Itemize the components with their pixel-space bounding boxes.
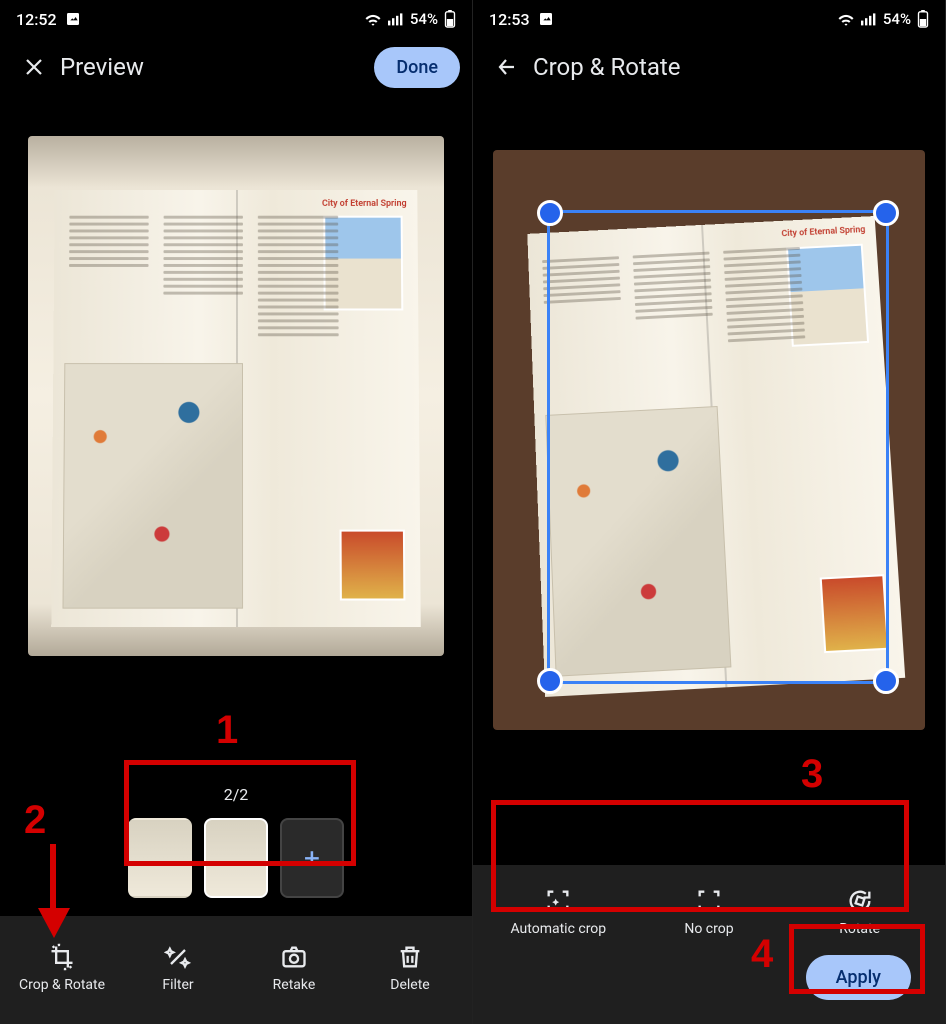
close-button[interactable] [12, 45, 56, 89]
battery-icon [444, 10, 456, 28]
crop-handle-bl[interactable] [537, 668, 563, 694]
thumbnail-row: + [0, 804, 472, 916]
signal-icon [861, 12, 877, 26]
camera-icon [280, 943, 308, 971]
page-counter: 2/2 [0, 785, 472, 804]
crop-options-row: Automatic crop No crop Rotate [483, 879, 935, 955]
book-heading: City of Eternal Spring [322, 199, 407, 209]
trash-icon [396, 943, 424, 971]
preview-toolbar: Crop & Rotate Filter Retake Delete [0, 916, 472, 1024]
crop-handle-tl[interactable] [537, 200, 563, 226]
apply-button[interactable]: Apply [806, 955, 911, 1000]
toolbar-retake[interactable]: Retake [239, 943, 349, 993]
toolbar-delete[interactable]: Delete [355, 943, 465, 993]
preview-header: Preview Done [0, 38, 472, 96]
no-crop-label: No crop [684, 921, 733, 937]
option-no-crop[interactable]: No crop [654, 887, 764, 937]
done-button[interactable]: Done [374, 47, 460, 88]
status-bar: 12:52 54% [0, 0, 472, 38]
status-time: 12:52 [16, 10, 57, 29]
option-rotate[interactable]: Rotate [805, 887, 915, 937]
crop-panel: Automatic crop No crop Rotate Apply [473, 865, 945, 1024]
close-icon [22, 55, 46, 79]
status-bar: 12:53 54% [473, 0, 945, 38]
toolbar-delete-label: Delete [390, 977, 429, 993]
media-icon [65, 11, 81, 27]
crop-rotate-icon [48, 943, 76, 971]
media-icon [538, 11, 554, 27]
thumbnail-2[interactable] [204, 818, 268, 898]
rotate-icon [846, 887, 874, 915]
crop-scan-preview[interactable]: City of Eternal Spring [493, 150, 925, 730]
crop-handle-tr[interactable] [873, 200, 899, 226]
thumbnail-add[interactable]: + [280, 818, 344, 898]
scan-preview[interactable]: City of Eternal Spring [28, 136, 444, 656]
toolbar-filter[interactable]: Filter [123, 943, 233, 993]
preview-title: Preview [56, 53, 374, 81]
no-crop-icon [695, 887, 723, 915]
toolbar-filter-label: Filter [162, 977, 193, 993]
signal-icon [388, 12, 404, 26]
plus-icon: + [304, 842, 320, 875]
crop-frame[interactable] [547, 210, 889, 684]
crop-title: Crop & Rotate [529, 53, 933, 81]
rotate-label: Rotate [839, 921, 880, 937]
wifi-icon [364, 12, 382, 26]
preview-image-area: City of Eternal Spring [0, 96, 472, 779]
phone-right: 12:53 54% Crop & Rotate City of Eternal … [473, 0, 946, 1024]
auto-crop-label: Automatic crop [510, 921, 606, 937]
thumbnail-1[interactable] [128, 818, 192, 898]
toolbar-retake-label: Retake [273, 977, 316, 993]
crop-header: Crop & Rotate [473, 38, 945, 96]
battery-icon [917, 10, 929, 28]
back-arrow-icon [495, 55, 519, 79]
toolbar-crop-rotate[interactable]: Crop & Rotate [7, 943, 117, 993]
toolbar-crop-label: Crop & Rotate [19, 977, 105, 993]
status-battery-pct: 54% [410, 10, 438, 28]
status-time: 12:53 [489, 10, 530, 29]
crop-handle-br[interactable] [873, 668, 899, 694]
phone-left: 12:52 54% Preview Done City of Eternal S… [0, 0, 473, 1024]
auto-crop-icon [544, 887, 572, 915]
wifi-icon [837, 12, 855, 26]
back-button[interactable] [485, 45, 529, 89]
filter-icon [164, 943, 192, 971]
status-battery-pct: 54% [883, 10, 911, 28]
crop-image-area: City of Eternal Spring [473, 96, 945, 865]
option-automatic-crop[interactable]: Automatic crop [503, 887, 613, 937]
